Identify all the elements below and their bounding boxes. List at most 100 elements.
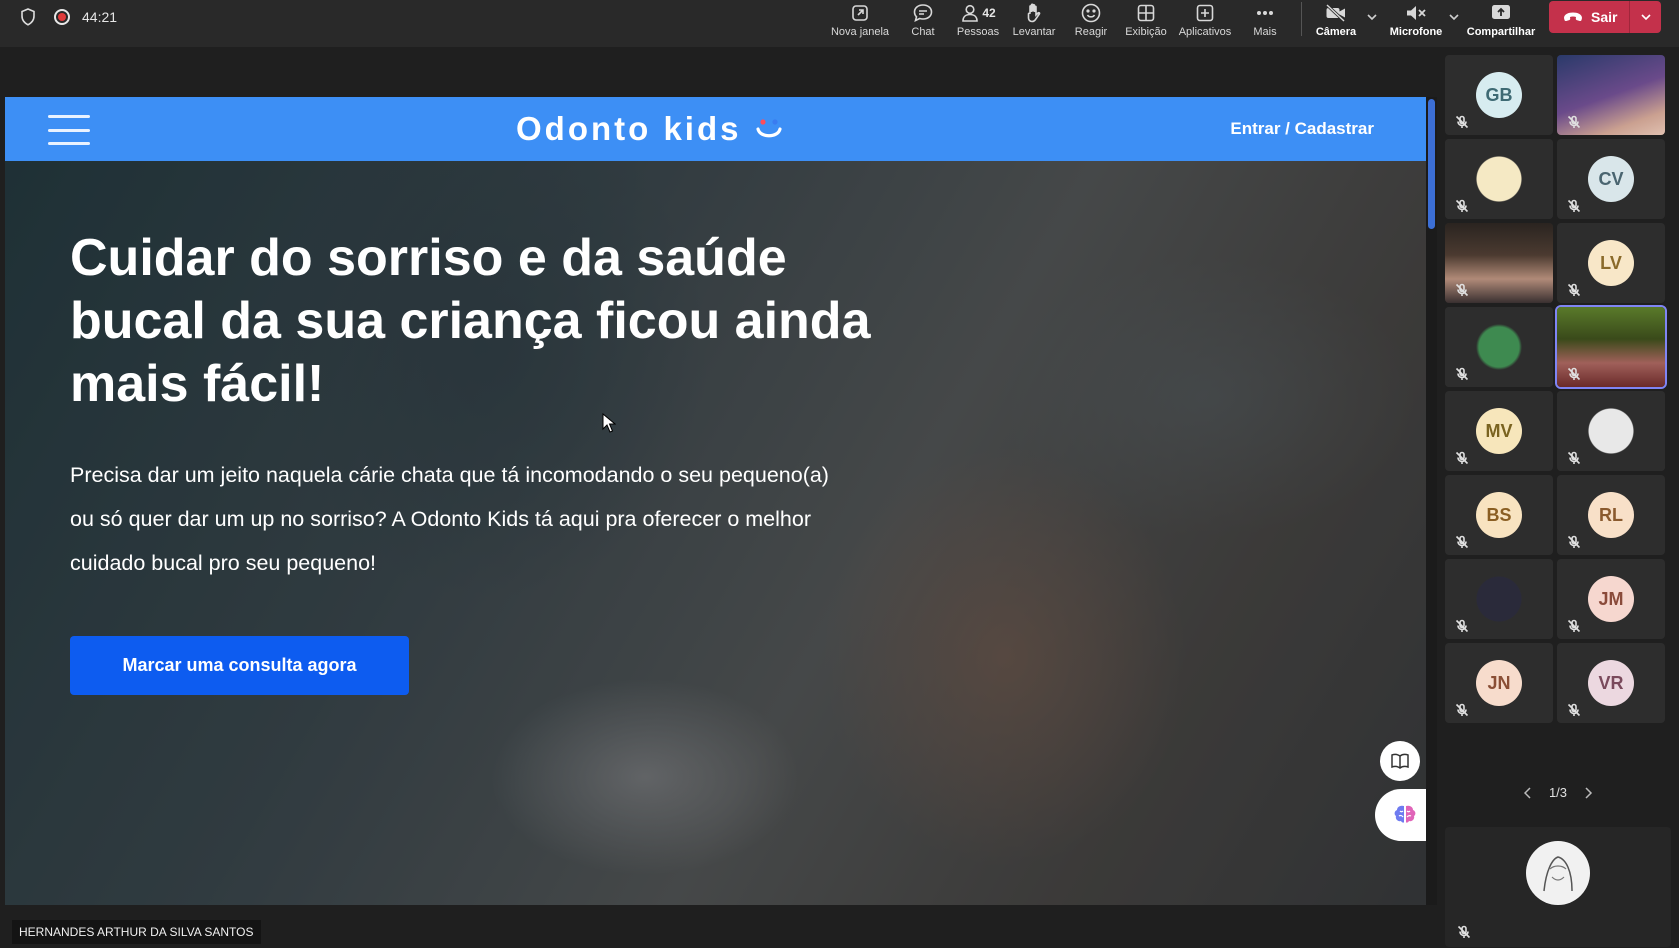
hang-up-icon <box>1564 12 1582 22</box>
add-app-icon <box>1196 4 1214 22</box>
chevron-left-icon[interactable] <box>1522 786 1534 800</box>
camera-label: Câmera <box>1315 26 1357 38</box>
mic-off-icon <box>1455 703 1469 717</box>
people-icon <box>962 4 979 22</box>
site-logo[interactable]: Odonto kids <box>516 107 784 151</box>
react-button[interactable]: Reagir <box>1071 0 1111 44</box>
meeting-timer: 44:21 <box>82 9 118 25</box>
presenter-name-tag: HERNANDES ARTHUR DA SILVA SANTOS <box>12 920 261 944</box>
mic-off-icon <box>1567 367 1581 381</box>
pop-out-icon <box>852 5 868 21</box>
login-signup-link[interactable]: Entrar / Cadastrar <box>1230 119 1374 139</box>
chat-button[interactable]: Chat <box>905 0 941 44</box>
hero-title: Cuidar do sorriso e da saúde bucal da su… <box>70 229 871 413</box>
leave-label: Sair <box>1591 9 1618 25</box>
mic-off-icon <box>1455 367 1469 381</box>
chat-label: Chat <box>911 26 935 38</box>
camera-off-icon <box>1325 3 1346 23</box>
chevron-right-icon[interactable] <box>1582 786 1594 800</box>
participant-initials-avatar: BS <box>1476 492 1522 538</box>
reader-mode-button[interactable] <box>1380 741 1420 781</box>
shield-icon[interactable] <box>20 8 36 26</box>
mic-off-icon <box>1567 283 1581 297</box>
book-icon <box>1391 753 1409 769</box>
self-avatar <box>1526 841 1590 905</box>
chat-icon <box>913 4 933 22</box>
mouse-cursor-icon <box>602 413 616 433</box>
raise-hand-icon <box>1027 3 1041 23</box>
participant-initials-avatar: GB <box>1476 72 1522 118</box>
view-button[interactable]: Exibição <box>1124 0 1168 44</box>
share-button[interactable]: Compartilhar <box>1466 0 1536 44</box>
pager-label: 1/3 <box>1548 785 1568 800</box>
new-window-button[interactable]: Nova janela <box>831 0 889 44</box>
apps-label: Aplicativos <box>1178 26 1232 38</box>
participant-tile[interactable] <box>1555 305 1667 389</box>
participant-tile[interactable]: JN <box>1445 643 1553 723</box>
shared-screen: Odonto kids Entrar / Cadastrar Cuidar do… <box>5 97 1426 905</box>
apps-button[interactable]: Aplicativos <box>1177 0 1233 44</box>
hero-description: Precisa dar um jeito naquela cárie chata… <box>70 463 829 575</box>
participant-tile[interactable] <box>1557 55 1665 135</box>
smiley-icon <box>1081 3 1101 23</box>
participant-tile[interactable] <box>1445 139 1553 219</box>
mic-off-icon <box>1455 283 1469 297</box>
participant-initials-avatar: JN <box>1476 660 1522 706</box>
mic-off-icon <box>1457 925 1471 939</box>
meeting-toolbar: 44:21 Nova janela Chat 42 Pessoas Levant… <box>0 0 1679 47</box>
share-screen-icon <box>1492 5 1510 19</box>
participant-tile[interactable]: CV <box>1557 139 1665 219</box>
share-label: Compartilhar <box>1466 26 1536 38</box>
people-button[interactable]: 42 Pessoas <box>955 0 1001 44</box>
smile-logo-icon <box>755 119 782 138</box>
mic-off-icon <box>1455 619 1469 633</box>
more-icon <box>1256 11 1274 16</box>
logo-text: Odonto kids <box>516 110 742 147</box>
participant-initials-avatar: CV <box>1588 156 1634 202</box>
new-window-label: Nova janela <box>830 26 890 38</box>
participant-tile[interactable] <box>1445 307 1553 387</box>
participant-tile[interactable]: VR <box>1557 643 1665 723</box>
participant-tile[interactable]: RL <box>1557 475 1665 555</box>
raise-hand-button[interactable]: Levantar <box>1012 0 1056 44</box>
participants-pager: 1/3 <box>1522 785 1594 800</box>
people-count: 42 <box>982 6 996 20</box>
menu-icon[interactable] <box>48 115 90 145</box>
participant-tile[interactable]: BS <box>1445 475 1553 555</box>
mic-off-icon <box>1455 199 1469 213</box>
microphone-options-chevron-icon[interactable] <box>1447 10 1461 24</box>
mic-off-icon <box>1455 451 1469 465</box>
leave-button[interactable]: Sair <box>1549 1 1661 33</box>
mic-off-icon <box>1567 199 1581 213</box>
participant-tile[interactable]: MV <box>1445 391 1553 471</box>
participant-initials-avatar: LV <box>1588 240 1634 286</box>
microphone-button[interactable]: Microfone <box>1388 0 1444 44</box>
participant-tile[interactable]: LV <box>1557 223 1665 303</box>
participant-tile[interactable]: GB <box>1445 55 1553 135</box>
raise-hand-label: Levantar <box>1012 26 1056 38</box>
toolbar-divider <box>1301 2 1302 36</box>
recording-icon <box>54 9 70 25</box>
participant-tile[interactable] <box>1557 391 1665 471</box>
more-button[interactable]: Mais <box>1250 0 1280 44</box>
mic-muted-icon <box>1407 6 1426 20</box>
participant-initials-avatar: RL <box>1588 492 1634 538</box>
camera-button[interactable]: Câmera <box>1315 0 1357 44</box>
mic-off-icon <box>1567 451 1581 465</box>
participant-tile[interactable] <box>1445 559 1553 639</box>
leave-options-chevron-icon[interactable] <box>1630 10 1661 24</box>
view-label: Exibição <box>1125 26 1167 38</box>
participant-tile[interactable]: JM <box>1557 559 1665 639</box>
mic-off-icon <box>1567 535 1581 549</box>
mic-off-icon <box>1567 703 1581 717</box>
self-video-tile[interactable] <box>1445 827 1671 947</box>
people-label: Pessoas <box>956 26 1000 38</box>
grid-view-icon <box>1137 4 1155 22</box>
camera-options-chevron-icon[interactable] <box>1365 10 1379 24</box>
participants-panel: GB CV LV MV BS RL JM JN VR 1/3 <box>1437 47 1679 948</box>
react-label: Reagir <box>1074 26 1108 38</box>
book-appointment-button[interactable]: Marcar uma consulta agora <box>70 636 409 695</box>
accessibility-widget-button[interactable] <box>1375 789 1426 841</box>
shared-screen-scrollbar[interactable] <box>1426 97 1437 905</box>
participant-tile[interactable] <box>1445 223 1553 303</box>
